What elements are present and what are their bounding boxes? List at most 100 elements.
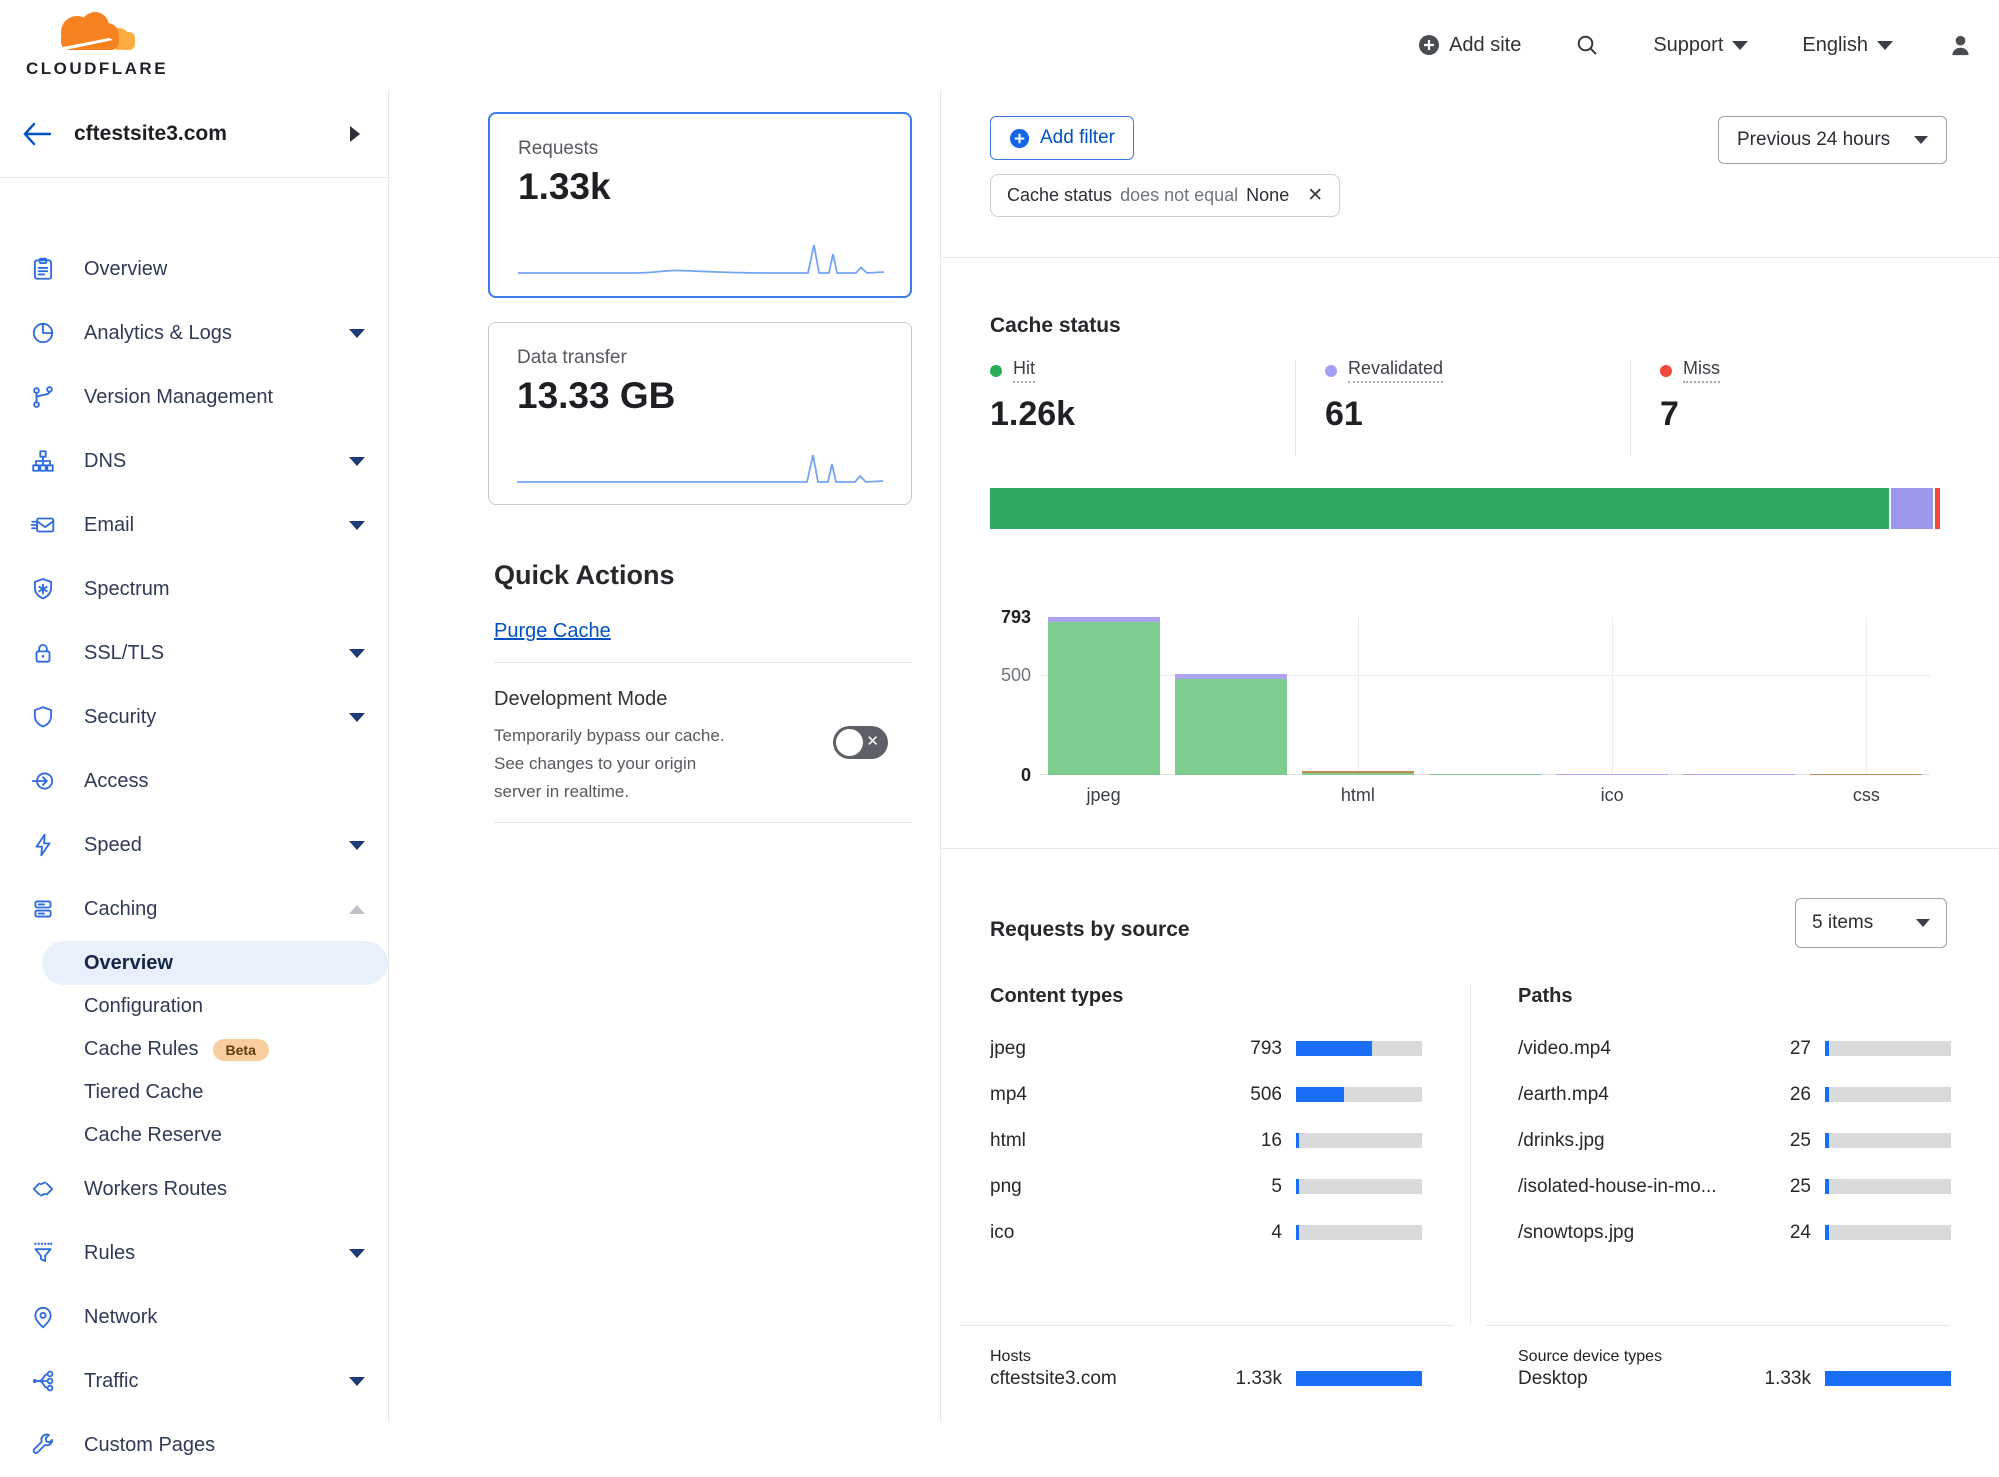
row-label: Desktop bbox=[1518, 1368, 1749, 1390]
sidebar-item-security[interactable]: Security bbox=[0, 685, 388, 749]
bar-jpeg[interactable] bbox=[1048, 617, 1160, 775]
bar-ico[interactable] bbox=[1556, 774, 1668, 775]
spectrum-shield-icon bbox=[30, 576, 56, 602]
wrench-icon bbox=[30, 1432, 56, 1458]
table-title: Hosts bbox=[990, 1348, 1422, 1366]
stat-label[interactable]: Hit bbox=[1013, 358, 1035, 383]
sidebar-item-label: Workers Routes bbox=[84, 1178, 227, 1201]
table-row[interactable]: ico4 bbox=[990, 1220, 1422, 1245]
requests-card-value: 1.33k bbox=[518, 166, 882, 208]
row-value: 4 bbox=[1220, 1222, 1282, 1244]
purge-cache-link[interactable]: Purge Cache bbox=[494, 620, 611, 643]
table-row[interactable]: jpeg793 bbox=[990, 1036, 1422, 1061]
stat-label[interactable]: Revalidated bbox=[1348, 358, 1443, 383]
sidebar-item-label: DNS bbox=[84, 450, 126, 473]
row-label: /video.mp4 bbox=[1518, 1038, 1749, 1060]
bar-segment-hit bbox=[1429, 774, 1541, 775]
sidebar-item-workers-routes[interactable]: Workers Routes bbox=[0, 1157, 388, 1221]
row-bar bbox=[1825, 1225, 1951, 1240]
table-row[interactable]: /drinks.jpg25 bbox=[1518, 1128, 1951, 1153]
development-mode-toggle[interactable]: ✕ bbox=[833, 726, 888, 759]
bar-unlabeled[interactable] bbox=[1683, 774, 1795, 775]
sidebar-item-spectrum[interactable]: Spectrum bbox=[0, 557, 388, 621]
table-row[interactable]: /video.mp427 bbox=[1518, 1036, 1951, 1061]
sidebar-subitem-label: Overview bbox=[84, 952, 173, 975]
remove-filter-icon[interactable]: ✕ bbox=[1307, 186, 1323, 205]
row-label: mp4 bbox=[990, 1084, 1220, 1106]
chevron-right-icon[interactable] bbox=[350, 126, 360, 142]
shield-icon bbox=[30, 704, 56, 730]
sidebar-subitem-cache-reserve[interactable]: Cache Reserve bbox=[0, 1114, 388, 1157]
sidebar-item-caching[interactable]: Caching bbox=[0, 877, 388, 941]
support-menu[interactable]: Support bbox=[1653, 34, 1748, 57]
sidebar-subitem-overview[interactable]: Overview bbox=[0, 941, 388, 985]
sidebar-item-speed[interactable]: Speed bbox=[0, 813, 388, 877]
sidebar-subitem-tiered-cache[interactable]: Tiered Cache bbox=[0, 1071, 388, 1114]
sidebar-item-overview[interactable]: Overview bbox=[0, 237, 388, 301]
stacked-segment-hit[interactable] bbox=[990, 488, 1889, 529]
sidebar-item-network[interactable]: Network bbox=[0, 1285, 388, 1349]
gridline bbox=[1040, 675, 1930, 676]
time-range-select[interactable]: Previous 24 hours bbox=[1718, 116, 1947, 164]
bar-css[interactable] bbox=[1810, 774, 1922, 775]
sidebar-item-email[interactable]: Email bbox=[0, 493, 388, 557]
bar-mp4[interactable] bbox=[1175, 674, 1287, 775]
site-header: cftestsite3.com bbox=[0, 90, 388, 178]
stacked-segment-revalidated[interactable] bbox=[1891, 488, 1933, 529]
sidebar-item-analytics-logs[interactable]: Analytics & Logs bbox=[0, 301, 388, 365]
cloudflare-wordmark: CLOUDFLARE bbox=[22, 59, 172, 79]
table-row[interactable]: mp4506 bbox=[990, 1082, 1422, 1107]
add-site-button[interactable]: Add site bbox=[1418, 34, 1521, 57]
sidebar-item-access[interactable]: Access bbox=[0, 749, 388, 813]
table-row[interactable]: /isolated-house-in-mo...25 bbox=[1518, 1174, 1951, 1199]
bar-png[interactable] bbox=[1429, 774, 1541, 775]
sidebar-subitem-configuration[interactable]: Configuration bbox=[0, 985, 388, 1028]
pie-chart-icon bbox=[30, 320, 56, 346]
sidebar-item-version-management[interactable]: Version Management bbox=[0, 365, 388, 429]
user-icon bbox=[1947, 32, 1974, 59]
table-row[interactable]: html16 bbox=[990, 1128, 1422, 1153]
search-button[interactable] bbox=[1575, 33, 1599, 57]
table-title: Paths bbox=[1518, 985, 1951, 1008]
row-bar bbox=[1296, 1371, 1422, 1386]
table-row[interactable]: png5 bbox=[990, 1174, 1422, 1199]
y-tick-label: 793 bbox=[987, 607, 1031, 628]
chevron-down-icon bbox=[1877, 41, 1893, 50]
sidebar-subitem-cache-rules[interactable]: Cache RulesBeta bbox=[0, 1028, 388, 1071]
sidebar-item-traffic[interactable]: Traffic bbox=[0, 1349, 388, 1413]
code-brackets-icon bbox=[30, 1176, 56, 1202]
items-count-select[interactable]: 5 items bbox=[1795, 898, 1947, 948]
table-row[interactable]: cftestsite3.com1.33k bbox=[990, 1366, 1422, 1391]
chevron-down-icon bbox=[1914, 136, 1928, 144]
sidebar-item-dns[interactable]: DNS bbox=[0, 429, 388, 493]
table-row[interactable]: Desktop1.33k bbox=[1518, 1366, 1951, 1391]
requests-card[interactable]: Requests 1.33k bbox=[488, 112, 912, 298]
cloudflare-logo[interactable]: CLOUDFLARE bbox=[22, 6, 172, 79]
support-label: Support bbox=[1653, 34, 1723, 57]
language-menu[interactable]: English bbox=[1802, 34, 1893, 57]
table-row[interactable]: /earth.mp426 bbox=[1518, 1082, 1951, 1107]
table-row[interactable]: /snowtops.jpg24 bbox=[1518, 1220, 1951, 1245]
back-arrow-icon[interactable] bbox=[22, 121, 52, 147]
chevron-down-icon bbox=[349, 521, 365, 530]
cache-status-title: Cache status bbox=[990, 314, 1121, 338]
bar-segment-hit bbox=[1175, 679, 1287, 775]
stacked-segment-miss[interactable] bbox=[1935, 488, 1940, 529]
stat-label[interactable]: Miss bbox=[1683, 358, 1720, 383]
bar-html[interactable] bbox=[1302, 771, 1414, 775]
data-transfer-card[interactable]: Data transfer 13.33 GB bbox=[488, 322, 912, 505]
sidebar-item-label: Caching bbox=[84, 898, 157, 921]
branch-icon bbox=[30, 384, 56, 410]
filter-field: Cache status bbox=[1007, 185, 1112, 206]
add-filter-button[interactable]: Add filter bbox=[990, 116, 1134, 160]
sidebar-subitem-label: Cache Reserve bbox=[84, 1124, 222, 1147]
sidebar-item-ssl-tls[interactable]: SSL/TLS bbox=[0, 621, 388, 685]
analytics-panel: Add filter Cache status does not equal N… bbox=[940, 90, 1999, 1422]
sidebar-item-label: Speed bbox=[84, 834, 142, 857]
account-menu[interactable] bbox=[1947, 32, 1974, 59]
sidebar-item-label: Overview bbox=[84, 258, 167, 281]
sidebar-item-rules[interactable]: Rules bbox=[0, 1221, 388, 1285]
filter-chip[interactable]: Cache status does not equal None ✕ bbox=[990, 174, 1340, 217]
sidebar-item-label: Analytics & Logs bbox=[84, 322, 232, 345]
sidebar-item-custom-pages[interactable]: Custom Pages bbox=[0, 1413, 388, 1477]
